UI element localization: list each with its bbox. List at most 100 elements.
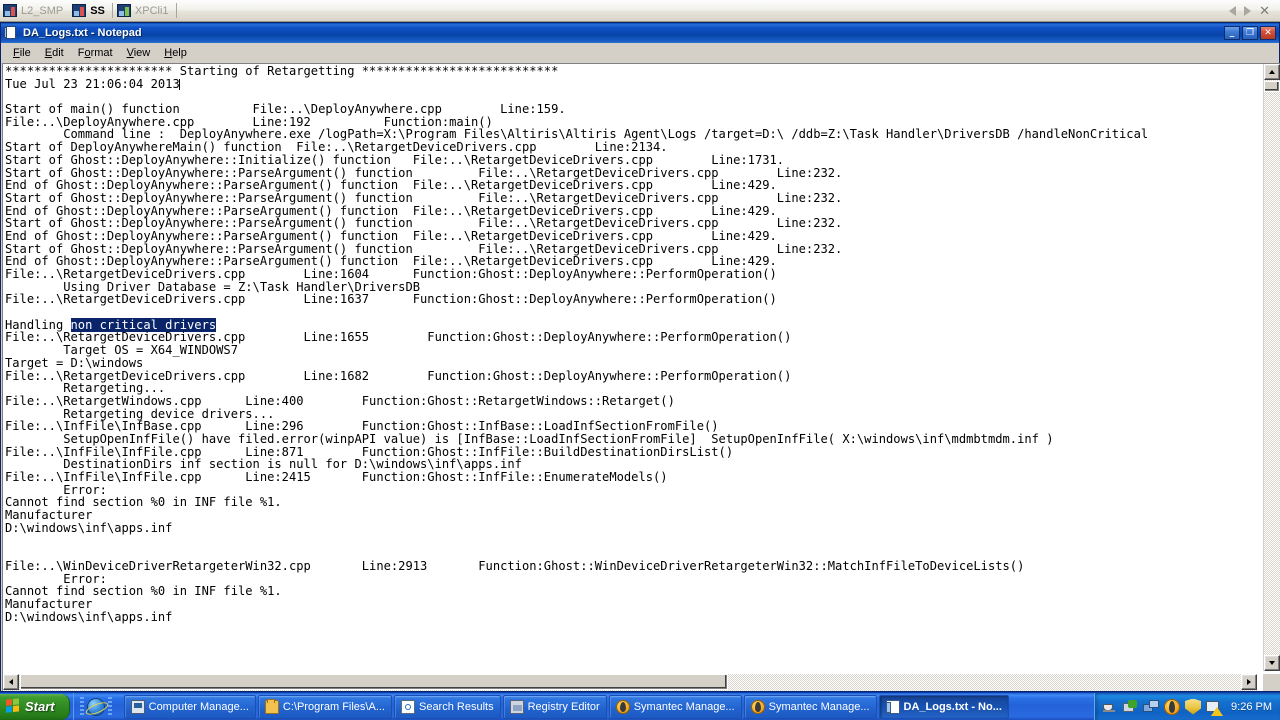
windows-flag-icon — [6, 698, 21, 715]
log-line-text: Tue Jul 23 21:06:04 2013 — [5, 76, 180, 91]
taskbar-item-label: Symantec Manage... — [768, 700, 870, 713]
log-line: Cannot find section %0 in INF file %1. — [5, 585, 1257, 598]
scroll-left-button[interactable] — [3, 674, 19, 690]
taskbar-item-registry-editor[interactable]: Registry Editor — [502, 694, 607, 719]
remote-desktop-icon — [3, 4, 17, 17]
log-line — [5, 534, 1257, 547]
scroll-up-button[interactable] — [1264, 64, 1280, 80]
registry-editor-icon — [509, 699, 524, 714]
start-button-label: Start — [25, 699, 55, 714]
symantec-icon — [750, 699, 765, 714]
taskbar: Start Computer Manage... C:\Program File… — [0, 692, 1280, 720]
vertical-scroll-thumb[interactable] — [1264, 81, 1280, 92]
connection-bar-controls: ✕ — [1229, 4, 1280, 17]
taskbar-item-label: C:\Program Files\A... — [282, 700, 385, 713]
chevron-up-icon — [1269, 70, 1275, 74]
log-line-text: D:\windows\inf\apps.inf — [5, 609, 173, 624]
chevron-left-icon — [9, 679, 13, 685]
minimize-button[interactable]: _ — [1224, 26, 1240, 40]
menu-edit[interactable]: Edit — [38, 46, 71, 60]
task-list: Computer Manage... C:\Program Files\A...… — [123, 693, 1094, 720]
log-line: *********************** Starting of Reta… — [5, 65, 1257, 78]
window-title: DA_Logs.txt - Notepad — [23, 27, 142, 39]
symantec-tray-icon[interactable] — [1164, 698, 1181, 715]
connection-tab-label: L2_SMP — [21, 4, 64, 17]
taskbar-item-symantec-2[interactable]: Symantec Manage... — [743, 694, 877, 719]
menu-view[interactable]: View — [120, 46, 158, 60]
clock[interactable]: 9:26 PM — [1231, 701, 1272, 713]
notepad-window: DA_Logs.txt - Notepad _ ❐ ✕ File Edit Fo… — [0, 22, 1280, 692]
notepad-titlebar[interactable]: DA_Logs.txt - Notepad _ ❐ ✕ — [1, 23, 1279, 43]
taskbar-item-program-files[interactable]: C:\Program Files\A... — [257, 694, 392, 719]
notepad-icon — [885, 699, 900, 714]
remote-connection-bar: L2_SMP SS XPCli1 ✕ — [0, 0, 1280, 22]
notepad-icon — [4, 26, 19, 40]
connection-tab-xpcli1[interactable]: XPCli1 — [114, 1, 175, 21]
log-line: Cannot find section %0 in INF file %1. — [5, 496, 1257, 509]
menu-format[interactable]: Format — [71, 46, 120, 60]
connection-tab-label: XPCli1 — [134, 4, 169, 17]
taskbar-item-label: Computer Manage... — [148, 700, 249, 713]
connection-tab-divider — [175, 3, 177, 18]
window-controls: _ ❐ ✕ — [1224, 26, 1277, 40]
folder-icon — [264, 698, 279, 714]
menu-help[interactable]: Help — [157, 46, 194, 60]
system-tray: 9:26 PM — [1094, 692, 1280, 720]
horizontal-scroll-thumb[interactable] — [20, 674, 728, 690]
log-line: Manufacturer — [5, 509, 1257, 522]
log-line: D:\windows\inf\apps.inf — [5, 609, 1257, 624]
close-icon[interactable]: ✕ — [1259, 4, 1270, 17]
chevron-right-icon — [1247, 679, 1251, 685]
log-line — [5, 306, 1257, 319]
vertical-scrollbar[interactable] — [1263, 64, 1280, 671]
connection-tab-label: SS — [90, 4, 105, 17]
taskbar-item-label: Symantec Manage... — [633, 700, 735, 713]
menu-bar: File Edit Format View Help — [1, 43, 1279, 63]
safely-remove-hardware-icon[interactable] — [1101, 699, 1117, 715]
log-line: File:..\InfFile\InfFile.cpp Line:2415 Fu… — [5, 471, 1257, 484]
taskbar-item-symantec-1[interactable]: Symantec Manage... — [608, 694, 742, 719]
log-line: Manufacturer — [5, 598, 1257, 611]
nav-previous-icon[interactable] — [1229, 5, 1237, 16]
symantec-icon — [615, 699, 630, 714]
taskbar-item-computer-management[interactable]: Computer Manage... — [123, 694, 256, 719]
taskbar-item-notepad[interactable]: DA_Logs.txt - No... — [878, 694, 1009, 719]
log-line: Tue Jul 23 21:06:04 2013 — [5, 76, 1257, 91]
log-line-text: D:\windows\inf\apps.inf — [5, 520, 173, 535]
nav-next-icon[interactable] — [1244, 5, 1252, 16]
toolbar-grip[interactable] — [107, 696, 112, 717]
editor-area: *********************** Starting of Reta… — [2, 63, 1280, 691]
vpn-warning-icon[interactable] — [1206, 699, 1224, 716]
chevron-down-icon — [1269, 661, 1275, 665]
scroll-right-button[interactable] — [1241, 674, 1257, 690]
computer-management-icon — [130, 699, 145, 714]
connection-tab-ss[interactable]: SS — [69, 1, 111, 21]
text-caret — [178, 78, 180, 90]
start-button[interactable]: Start — [0, 693, 70, 720]
maximize-button[interactable]: ❐ — [1242, 26, 1258, 40]
log-line: D:\windows\inf\apps.inf — [5, 520, 1257, 535]
toolbar-grip[interactable] — [79, 696, 84, 717]
close-button[interactable]: ✕ — [1260, 26, 1276, 40]
network-connection-icon[interactable] — [1143, 699, 1160, 715]
horizontal-scrollbar[interactable] — [3, 674, 1257, 691]
log-line: File:..\WinDeviceDriverRetargeterWin32.c… — [5, 558, 1257, 573]
connection-tab-l2smp[interactable]: L2_SMP — [0, 1, 69, 21]
search-results-icon — [400, 699, 415, 714]
text-editor[interactable]: *********************** Starting of Reta… — [3, 64, 1257, 671]
scroll-down-button[interactable] — [1264, 655, 1280, 671]
taskbar-item-search-results[interactable]: Search Results — [393, 694, 501, 719]
security-shield-icon[interactable] — [1185, 698, 1202, 715]
connection-tab-divider — [111, 3, 113, 18]
internet-explorer-icon[interactable] — [86, 697, 105, 716]
log-line-text: File:..\WinDeviceDriverRetargeterWin32.c… — [5, 558, 1025, 573]
log-line: File:..\RetargetDeviceDrivers.cpp Line:1… — [5, 293, 1257, 306]
network-install-icon[interactable] — [1122, 699, 1138, 715]
quick-launch-bar — [72, 692, 118, 720]
remote-desktop-icon — [116, 4, 131, 17]
log-line: Target OS = X64_WINDOWS7 — [5, 344, 1257, 357]
desktop-screen: L2_SMP SS XPCli1 ✕ DA_Logs.txt - Notepad… — [0, 0, 1280, 720]
log-text-content: *********************** Starting of Reta… — [5, 65, 1257, 623]
menu-file[interactable]: File — [6, 46, 38, 60]
log-line: File:..\RetargetDeviceDrivers.cpp Line:1… — [5, 369, 1257, 383]
